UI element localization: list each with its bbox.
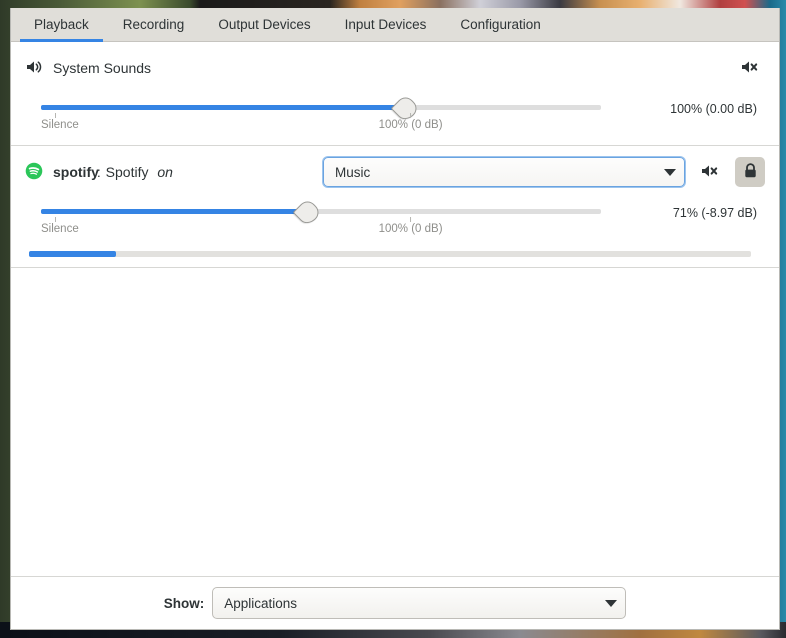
- tab-configuration[interactable]: Configuration: [443, 8, 557, 41]
- tab-recording[interactable]: Recording: [106, 8, 202, 41]
- slider-tick-base-label: 100% (0 dB): [379, 119, 443, 131]
- slider-tick-labels: Silence 100% (0 dB): [41, 217, 601, 239]
- slider-track-fill: [41, 105, 405, 110]
- show-filter-value: Applications: [224, 596, 595, 611]
- stream-spotify-separator: :: [97, 164, 101, 180]
- stream-list-empty-area: [11, 268, 779, 577]
- stream-system-sounds-name: System Sounds: [53, 60, 151, 76]
- speaker-icon: [25, 58, 43, 79]
- chevron-down-icon: [605, 600, 617, 607]
- volume-slider-spotify[interactable]: Silence 100% (0 dB): [25, 197, 601, 241]
- playback-stream-list: System Sounds: [11, 42, 779, 577]
- tick-mark: [410, 217, 411, 222]
- peak-level-meter-spotify: [29, 251, 751, 257]
- tab-output-devices[interactable]: Output Devices: [201, 8, 327, 41]
- tab-playback[interactable]: Playback: [17, 8, 106, 41]
- desktop-background: Playback Recording Output Devices Input …: [0, 0, 786, 638]
- slider-tick-silence: Silence: [41, 217, 79, 235]
- stream-system-sounds-title: System Sounds: [25, 58, 151, 79]
- mute-button-system-sounds[interactable]: [735, 53, 765, 83]
- tick-mark: [55, 113, 56, 118]
- slider-tick-silence: Silence: [41, 113, 79, 131]
- slider-track[interactable]: [41, 209, 601, 214]
- stream-spotify-header: spotify: Spotify on Music: [25, 156, 765, 188]
- stream-spotify-state: on: [157, 164, 173, 180]
- muted-speaker-icon: [740, 58, 760, 79]
- volume-readout-system-sounds: 100% (0.00 dB): [615, 93, 765, 116]
- muted-speaker-icon: [700, 162, 720, 183]
- slider-tick-base: 100% (0 dB): [379, 113, 443, 131]
- volume-slider-row-spotify: Silence 100% (0 dB) 71% (-8.97 dB): [25, 197, 765, 241]
- volume-control-window: Playback Recording Output Devices Input …: [10, 8, 780, 630]
- slider-tick-base: 100% (0 dB): [379, 217, 443, 235]
- slider-tick-base-label: 100% (0 dB): [379, 223, 443, 235]
- stream-spotify: spotify: Spotify on Music: [11, 146, 779, 268]
- slider-track[interactable]: [41, 105, 601, 110]
- tab-configuration-label: Configuration: [460, 17, 540, 32]
- stream-spotify-title: spotify: Spotify on: [25, 162, 173, 183]
- mute-button-spotify[interactable]: [695, 157, 725, 187]
- peak-level-meter-fill: [29, 251, 116, 257]
- stream-spotify-app-label: spotify: [53, 164, 99, 180]
- tab-output-devices-label: Output Devices: [218, 17, 310, 32]
- show-filter-bar: Show: Applications: [11, 577, 779, 629]
- stream-system-sounds-header: System Sounds: [25, 52, 765, 84]
- output-device-value: Music: [335, 165, 654, 180]
- tab-input-devices[interactable]: Input Devices: [328, 8, 444, 41]
- tab-playback-label: Playback: [34, 17, 89, 32]
- slider-track-fill: [41, 209, 307, 214]
- tick-mark: [55, 217, 56, 222]
- stream-spotify-stream-label: Spotify: [106, 164, 149, 180]
- slider-tick-silence-label: Silence: [41, 223, 79, 235]
- volume-slider-system-sounds[interactable]: Silence 100% (0 dB): [25, 93, 601, 137]
- chevron-down-icon: [664, 169, 676, 176]
- spotify-icon: [25, 162, 43, 183]
- show-label: Show:: [164, 596, 205, 611]
- tab-input-devices-label: Input Devices: [345, 17, 427, 32]
- output-device-combobox[interactable]: Music: [323, 157, 685, 187]
- slider-tick-labels: Silence 100% (0 dB): [41, 113, 601, 135]
- tick-mark: [410, 113, 411, 118]
- stream-spotify-labels: spotify: Spotify on: [53, 164, 173, 180]
- volume-readout-spotify: 71% (-8.97 dB): [615, 197, 765, 220]
- tab-recording-label: Recording: [123, 17, 185, 32]
- volume-slider-row-system-sounds: Silence 100% (0 dB) 100% (0.00 dB): [25, 93, 765, 137]
- tab-bar: Playback Recording Output Devices Input …: [11, 8, 779, 42]
- stream-system-sounds: System Sounds: [11, 42, 779, 146]
- lock-icon: [742, 162, 759, 183]
- slider-tick-silence-label: Silence: [41, 119, 79, 131]
- lock-channels-button[interactable]: [735, 157, 765, 187]
- show-filter-combobox[interactable]: Applications: [212, 587, 626, 619]
